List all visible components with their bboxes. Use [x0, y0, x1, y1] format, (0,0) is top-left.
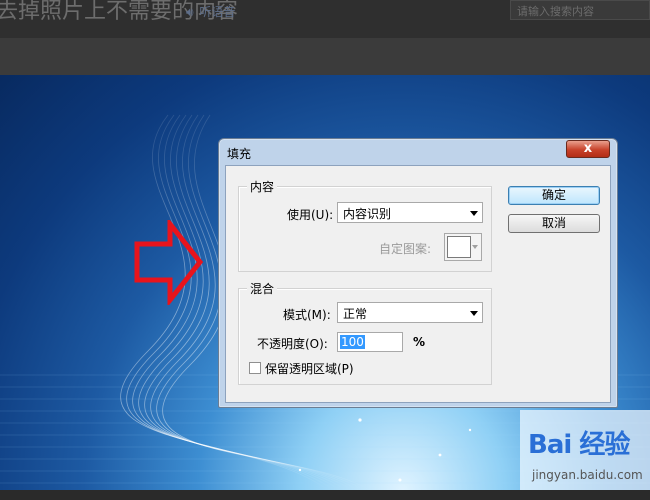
- fill-dialog: 填充 x 内容 使用(U): 内容识别 自定图案: 混合 模式(M): 正常 不…: [218, 138, 618, 408]
- search-input[interactable]: 请输入搜索内容: [510, 0, 650, 20]
- listen-audio-label: 听语音: [199, 5, 236, 19]
- dialog-titlebar[interactable]: 填充 x: [219, 139, 617, 165]
- chevron-down-icon: [470, 211, 478, 216]
- close-button[interactable]: x: [566, 140, 610, 158]
- search-placeholder: 请输入搜索内容: [517, 5, 594, 18]
- use-select[interactable]: 内容识别: [337, 202, 483, 223]
- page-header: 去掉照片上不需要的内容 🔊︎ 听语音 请输入搜索内容: [0, 0, 650, 38]
- chevron-down-icon: [472, 245, 478, 249]
- close-icon: x: [583, 141, 593, 156]
- bottom-bar: [0, 490, 650, 500]
- mode-select[interactable]: 正常: [337, 302, 483, 323]
- cancel-button-label: 取消: [541, 216, 566, 230]
- content-group: 内容 使用(U): 内容识别 自定图案:: [238, 178, 492, 272]
- opacity-value: 100: [340, 335, 365, 349]
- custom-pattern-picker: [444, 233, 482, 261]
- chevron-down-icon: [470, 311, 478, 316]
- cancel-button[interactable]: 取消: [508, 214, 600, 233]
- dialog-body: 内容 使用(U): 内容识别 自定图案: 混合 模式(M): 正常 不透明度(O…: [225, 165, 611, 403]
- speaker-icon: 🔊︎: [186, 5, 194, 19]
- custom-pattern-label: 自定图案:: [379, 242, 432, 256]
- dialog-title: 填充: [227, 147, 252, 161]
- baidu-url: jingyan.baidu.com: [532, 468, 643, 482]
- opacity-input[interactable]: 100: [337, 332, 403, 352]
- blend-group: 混合 模式(M): 正常 不透明度(O): 100 % 保留透明区域(P): [238, 280, 492, 385]
- preserve-transparency-checkbox[interactable]: [249, 362, 261, 374]
- baidu-logo: Bai 经验: [528, 430, 630, 460]
- ok-button[interactable]: 确定: [508, 186, 600, 205]
- mode-label: 模式(M):: [283, 308, 331, 322]
- opacity-label: 不透明度(O):: [257, 337, 328, 351]
- use-select-value: 内容识别: [343, 207, 392, 221]
- listen-audio-link[interactable]: 🔊︎ 听语音: [186, 3, 235, 20]
- opacity-unit: %: [413, 335, 426, 349]
- pattern-swatch: [447, 236, 471, 258]
- baidu-watermark: Bai 经验 jingyan.baidu.com: [520, 410, 650, 490]
- blend-group-legend: 混合: [247, 280, 278, 297]
- preserve-transparency-label: 保留透明区域(P): [265, 362, 354, 376]
- header-band: [0, 38, 650, 75]
- mode-select-value: 正常: [343, 307, 368, 321]
- ok-button-label: 确定: [541, 188, 566, 202]
- red-arrow-icon: [134, 220, 204, 305]
- use-label: 使用(U):: [287, 208, 334, 222]
- content-group-legend: 内容: [247, 178, 278, 195]
